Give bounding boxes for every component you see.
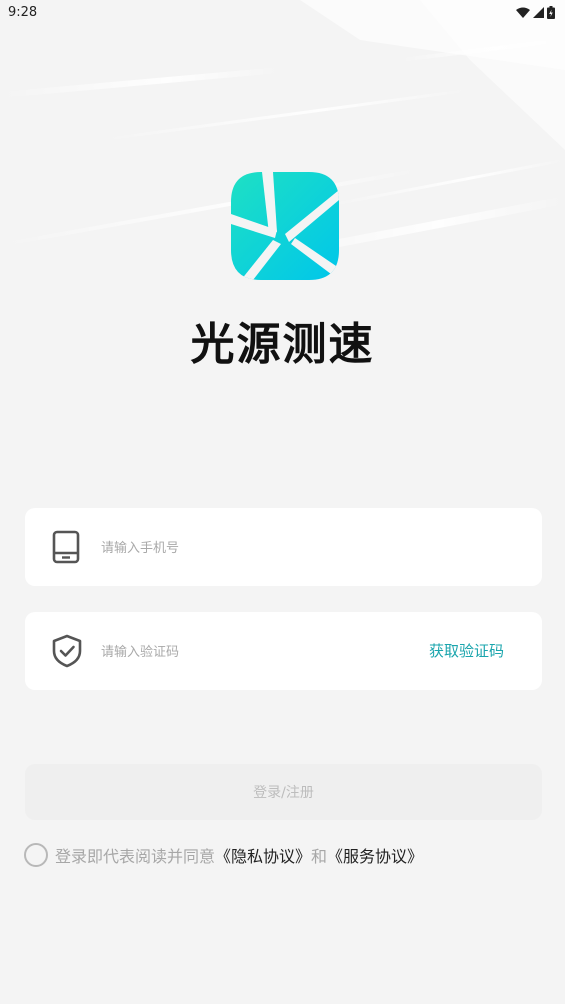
agreement-row: 登录即代表阅读并同意 《隐私协议》 和 《服务协议》 (24, 843, 423, 867)
phone-input[interactable] (99, 528, 403, 568)
code-input[interactable] (99, 632, 403, 672)
status-bar: 9:28 (0, 0, 565, 24)
shield-check-icon (52, 634, 82, 668)
get-code-button[interactable]: 获取验证码 (429, 640, 504, 661)
battery-icon (547, 5, 555, 19)
signal-icon (533, 6, 544, 18)
service-agreement-link[interactable]: 《服务协议》 (327, 843, 423, 867)
app-title: 光源测速 (190, 319, 375, 370)
status-icons (516, 5, 555, 19)
privacy-policy-link[interactable]: 《隐私协议》 (215, 843, 311, 867)
agreement-connector: 和 (311, 847, 328, 866)
login-register-button[interactable]: 登录/注册 (25, 764, 542, 820)
app-logo-icon (231, 172, 339, 280)
code-field-card[interactable]: 获取验证码 (25, 612, 542, 690)
agreement-prefix: 登录即代表阅读并同意 (55, 847, 216, 866)
wifi-icon (516, 7, 530, 18)
status-time: 9:28 (8, 4, 38, 20)
phone-icon (52, 530, 80, 564)
phone-field-card[interactable] (25, 508, 542, 586)
agreement-checkbox[interactable] (24, 843, 48, 867)
